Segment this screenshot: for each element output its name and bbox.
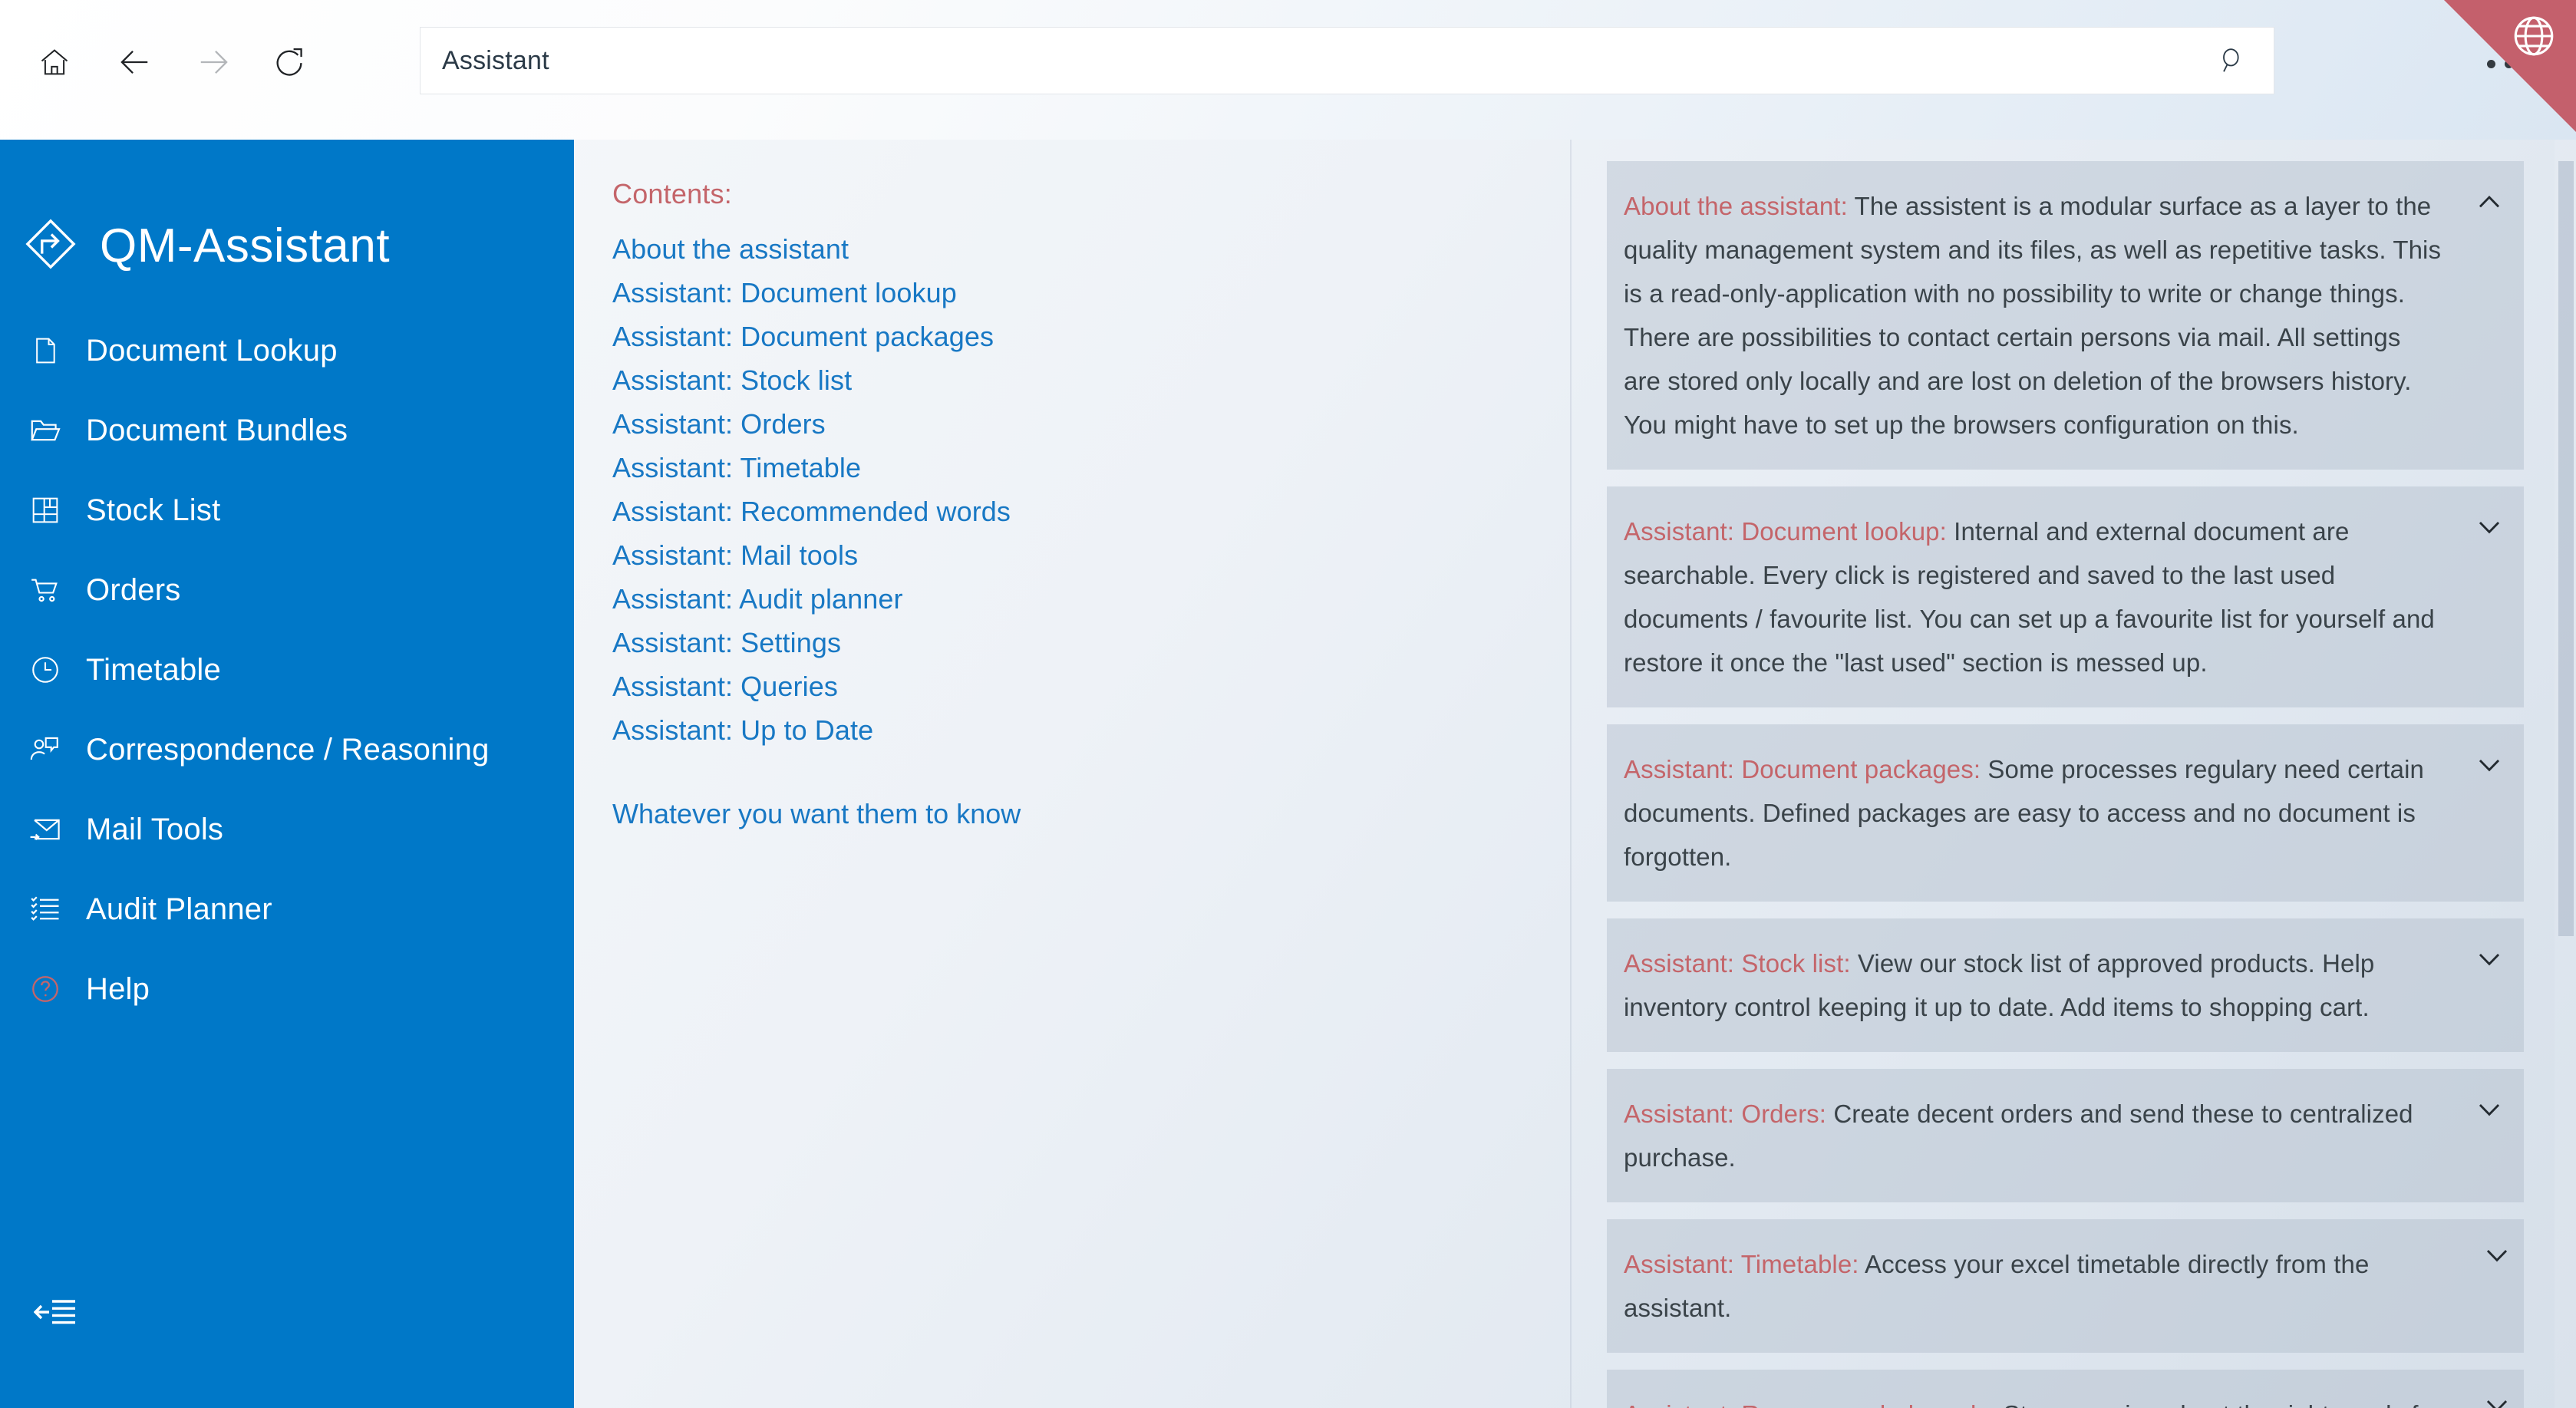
- refresh-icon: [272, 45, 308, 80]
- accordion-card-recommended-words[interactable]: Assistant: Recommended words: Stop worry…: [1607, 1370, 2524, 1408]
- panel-scrollbar[interactable]: [2555, 140, 2576, 1408]
- accordion-card-stock-list[interactable]: Assistant: Stock list: View our stock li…: [1607, 918, 2524, 1052]
- chevron-down-icon[interactable]: [2472, 1092, 2507, 1127]
- toc-link-mail-tools[interactable]: Assistant: Mail tools: [612, 533, 1570, 577]
- reload-button[interactable]: [257, 29, 323, 95]
- brand-logo[interactable]: QM-Assistant: [23, 209, 390, 282]
- chevron-down-icon[interactable]: [2472, 509, 2507, 545]
- accordion-card-text: Assistant: Recommended words: Stop worry…: [1624, 1393, 2444, 1408]
- browser-menu-button[interactable]: [2473, 45, 2544, 83]
- toc-link-settings[interactable]: Assistant: Settings: [612, 621, 1570, 664]
- menu-dot: [2504, 59, 2513, 68]
- question-circle-icon: [26, 970, 64, 1008]
- collapse-left-icon: [33, 1295, 77, 1333]
- shopping-cart-icon: [26, 571, 64, 609]
- chevron-down-icon[interactable]: [2479, 1388, 2515, 1408]
- forward-button[interactable]: [181, 29, 247, 95]
- sidebar-item-label: Timetable: [86, 652, 221, 687]
- toc-link-audit-planner[interactable]: Assistant: Audit planner: [612, 577, 1570, 621]
- toc-link-recommended-words[interactable]: Assistant: Recommended words: [612, 490, 1570, 533]
- checklist-icon: [26, 890, 64, 928]
- menu-dot: [2486, 59, 2495, 68]
- sidebar-item-label: Stock List: [86, 493, 221, 527]
- sidebar-item-label: Orders: [86, 572, 181, 607]
- sidebar-item-label: Audit Planner: [86, 892, 272, 926]
- mail-forward-icon: [26, 810, 64, 849]
- accordion-card-title: Assistant: Stock list:: [1624, 949, 1851, 978]
- accordion-card-title: Assistant: Orders:: [1624, 1100, 1827, 1128]
- arrow-left-icon: [117, 45, 152, 80]
- accordion-card-document-packages[interactable]: Assistant: Document packages: Some proce…: [1607, 724, 2524, 902]
- accordion-card-orders[interactable]: Assistant: Orders: Create decent orders …: [1607, 1069, 2524, 1202]
- chevron-down-icon[interactable]: [2472, 941, 2507, 977]
- accordion-card-title: Assistant: Timetable:: [1624, 1250, 1859, 1278]
- sidebar-item-label: Document Lookup: [86, 333, 338, 368]
- sidebar-item-label: Document Bundles: [86, 413, 348, 447]
- sidebar-item-label: Help: [86, 971, 150, 1006]
- back-button[interactable]: [101, 29, 167, 95]
- sidebar-item-document-lookup[interactable]: Document Lookup: [26, 322, 563, 379]
- sidebar-item-audit-planner[interactable]: Audit Planner: [26, 881, 563, 938]
- folder-icon: [26, 411, 64, 450]
- clock-icon: [26, 651, 64, 689]
- collapse-sidebar-button[interactable]: [33, 1291, 87, 1337]
- home-icon: [38, 45, 71, 79]
- menu-dot: [2522, 59, 2531, 68]
- address-bar[interactable]: Assistant: [420, 27, 2274, 94]
- accordion-panel: About the assistant: The assistent is a …: [1572, 140, 2576, 1408]
- accordion-card-body: The assistent is a modular surface as a …: [1624, 192, 2442, 439]
- accordion-card-text: About the assistant: The assistent is a …: [1624, 184, 2444, 447]
- chevron-down-icon[interactable]: [2472, 747, 2507, 783]
- accordion-card-title: About the assistant:: [1624, 192, 1848, 220]
- accordion-card-document-lookup[interactable]: Assistant: Document lookup: Internal and…: [1607, 486, 2524, 707]
- toc-link-timetable[interactable]: Assistant: Timetable: [612, 446, 1570, 490]
- sidebar-item-orders[interactable]: Orders: [26, 562, 563, 618]
- accordion-card-title: Assistant: Recommended words:: [1624, 1400, 1996, 1408]
- sidebar-item-timetable[interactable]: Timetable: [26, 641, 563, 698]
- sidebar-item-label: Correspondence / Reasoning: [86, 732, 490, 767]
- qm-diamond-logo-icon: [23, 216, 78, 275]
- accordion-card-title: Assistant: Document packages:: [1624, 755, 1981, 783]
- accordion-card-about-the-assistant[interactable]: About the assistant: The assistent is a …: [1607, 161, 2524, 470]
- accordion-card-title: Assistant: Document lookup:: [1624, 517, 1947, 546]
- document-icon: [26, 331, 64, 370]
- arrow-right-icon: [196, 45, 232, 80]
- toc-link-document-packages[interactable]: Assistant: Document packages: [612, 315, 1570, 358]
- contents-column: Contents: About the assistant Assistant:…: [574, 140, 1570, 1408]
- brand-title: QM-Assistant: [100, 219, 391, 272]
- panel-scrollbar-thumb[interactable]: [2558, 161, 2574, 936]
- accordion-card-text: Assistant: Document packages: Some proce…: [1624, 747, 2444, 879]
- address-input[interactable]: Assistant: [442, 46, 2217, 76]
- chevron-down-icon[interactable]: [2479, 1238, 2515, 1273]
- sidebar-item-help[interactable]: Help: [26, 961, 563, 1017]
- accordion-card-text: Assistant: Orders: Create decent orders …: [1624, 1092, 2444, 1179]
- accordion-card-text: Assistant: Timetable: Access your excel …: [1624, 1242, 2444, 1330]
- browser-chrome: Assistant: [0, 0, 2576, 140]
- toc-link-about-the-assistant[interactable]: About the assistant: [612, 227, 1570, 271]
- search-icon[interactable]: [2217, 45, 2248, 76]
- sidebar-item-correspondence-reasoning[interactable]: Correspondence / Reasoning: [26, 721, 563, 778]
- toc-link-orders[interactable]: Assistant: Orders: [612, 402, 1570, 446]
- sidebar-item-document-bundles[interactable]: Document Bundles: [26, 402, 563, 459]
- sidebar-item-mail-tools[interactable]: Mail Tools: [26, 801, 563, 858]
- app-body: QM-Assistant Document Lookup Document Bu…: [0, 140, 2576, 1408]
- toc-link-stock-list[interactable]: Assistant: Stock list: [612, 358, 1570, 402]
- person-chat-icon: [26, 730, 64, 769]
- sidebar-item-stock-list[interactable]: Stock List: [26, 482, 563, 539]
- sidebar-item-label: Mail Tools: [86, 812, 224, 846]
- toc-link-whatever-you-want-them-to-know[interactable]: Whatever you want them to know: [612, 798, 1570, 830]
- sidebar: QM-Assistant Document Lookup Document Bu…: [0, 140, 574, 1408]
- grid-icon: [26, 491, 64, 529]
- contents-heading: Contents:: [612, 178, 732, 209]
- accordion-card-text: Assistant: Document lookup: Internal and…: [1624, 509, 2444, 684]
- home-button[interactable]: [21, 29, 87, 95]
- accordion-card-timetable[interactable]: Assistant: Timetable: Access your excel …: [1607, 1219, 2524, 1353]
- toc-link-queries[interactable]: Assistant: Queries: [612, 664, 1570, 708]
- toc-link-up-to-date[interactable]: Assistant: Up to Date: [612, 708, 1570, 752]
- toc-link-document-lookup[interactable]: Assistant: Document lookup: [612, 271, 1570, 315]
- chevron-up-icon[interactable]: [2472, 184, 2507, 219]
- accordion-card-text: Assistant: Stock list: View our stock li…: [1624, 941, 2444, 1029]
